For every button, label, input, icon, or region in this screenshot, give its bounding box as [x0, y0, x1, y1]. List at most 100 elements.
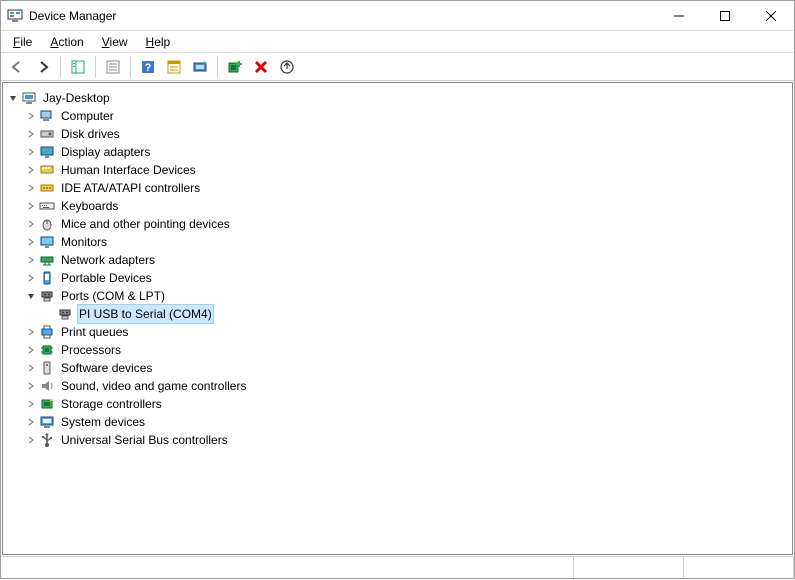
printer-icon: [39, 324, 55, 340]
tree-label: Computer: [59, 106, 116, 126]
toolbar-back-button[interactable]: [5, 55, 29, 79]
menu-help[interactable]: Help: [138, 33, 179, 51]
minimize-button[interactable]: [656, 1, 702, 31]
usb-icon: [39, 432, 55, 448]
toolbar-forward-button[interactable]: [31, 55, 55, 79]
window-title: Device Manager: [29, 9, 656, 23]
tree-node-processors[interactable]: Processors: [7, 341, 788, 359]
tree-node-print-queues[interactable]: Print queues: [7, 323, 788, 341]
chevron-down-icon[interactable]: [25, 290, 37, 302]
chevron-right-icon[interactable]: [25, 110, 37, 122]
statusbar-cell: [574, 557, 684, 580]
toolbar-update-button[interactable]: [275, 55, 299, 79]
app-icon: [7, 8, 23, 24]
statusbar-cell: [684, 557, 794, 580]
tree-label: Monitors: [59, 232, 109, 252]
tree-node-storage[interactable]: Storage controllers: [7, 395, 788, 413]
software-icon: [39, 360, 55, 376]
chevron-right-icon[interactable]: [25, 398, 37, 410]
tree-node-monitors[interactable]: Monitors: [7, 233, 788, 251]
menubar: File Action View Help: [1, 31, 794, 53]
chevron-right-icon[interactable]: [25, 434, 37, 446]
tree-label: Mice and other pointing devices: [59, 214, 232, 234]
toolbar-scan-button[interactable]: [188, 55, 212, 79]
svg-text:?: ?: [145, 62, 152, 74]
tree-node-sound[interactable]: Sound, video and game controllers: [7, 377, 788, 395]
chevron-right-icon[interactable]: [25, 416, 37, 428]
chevron-right-icon[interactable]: [25, 326, 37, 338]
tree-label: Human Interface Devices: [59, 160, 198, 180]
ide-icon: [39, 180, 55, 196]
tree-node-disk-drives[interactable]: Disk drives: [7, 125, 788, 143]
chevron-right-icon[interactable]: [25, 362, 37, 374]
chevron-right-icon[interactable]: [25, 128, 37, 140]
chevron-right-icon[interactable]: [25, 380, 37, 392]
toolbar-help-button[interactable]: ?: [136, 55, 160, 79]
tree-node-computer[interactable]: Computer: [7, 107, 788, 125]
tree-node-display-adapters[interactable]: Display adapters: [7, 143, 788, 161]
tree-node-network[interactable]: Network adapters: [7, 251, 788, 269]
menu-action[interactable]: Action: [42, 33, 91, 51]
disk-icon: [39, 126, 55, 142]
chevron-right-icon[interactable]: [25, 344, 37, 356]
tree-node-system[interactable]: System devices: [7, 413, 788, 431]
storage-icon: [39, 396, 55, 412]
menu-view[interactable]: View: [94, 33, 136, 51]
tree-label: Processors: [59, 340, 123, 360]
tree-node-hid[interactable]: Human Interface Devices: [7, 161, 788, 179]
tree-label: Disk drives: [59, 124, 122, 144]
toolbar-addlegacy-button[interactable]: [223, 55, 247, 79]
chevron-right-icon[interactable]: [25, 164, 37, 176]
tree-node-keyboards[interactable]: Keyboards: [7, 197, 788, 215]
toolbar-separator: [130, 56, 131, 78]
keyboard-icon: [39, 198, 55, 214]
chevron-down-icon[interactable]: [7, 92, 19, 104]
toolbar-showtree-button[interactable]: [66, 55, 90, 79]
tree-label: Sound, video and game controllers: [59, 376, 248, 396]
tree-node-portable[interactable]: Portable Devices: [7, 269, 788, 287]
chevron-right-icon[interactable]: [25, 236, 37, 248]
statusbar-cell: [1, 557, 574, 580]
toolbar-hidden-button[interactable]: [162, 55, 186, 79]
titlebar: Device Manager: [1, 1, 794, 31]
tree-label: Software devices: [59, 358, 154, 378]
tree-label: Display adapters: [59, 142, 152, 162]
chevron-right-icon[interactable]: [25, 146, 37, 158]
chevron-right-icon[interactable]: [25, 200, 37, 212]
chevron-right-icon[interactable]: [25, 254, 37, 266]
cpu-icon: [39, 342, 55, 358]
tree-node-mice[interactable]: Mice and other pointing devices: [7, 215, 788, 233]
menu-file[interactable]: File: [5, 33, 40, 51]
port-icon: [39, 288, 55, 304]
hid-icon: [39, 162, 55, 178]
close-button[interactable]: [748, 1, 794, 31]
toolbar: ?: [1, 53, 794, 81]
device-tree[interactable]: Jay-Desktop Computer Disk drives Display…: [2, 82, 793, 555]
chevron-right-icon[interactable]: [25, 182, 37, 194]
tree-label: System devices: [59, 412, 147, 432]
statusbar: [1, 556, 794, 580]
toolbar-properties-button[interactable]: [101, 55, 125, 79]
tree-label: Storage controllers: [59, 394, 164, 414]
portable-icon: [39, 270, 55, 286]
tree-node-usb[interactable]: Universal Serial Bus controllers: [7, 431, 788, 449]
sound-icon: [39, 378, 55, 394]
toolbar-separator: [60, 56, 61, 78]
toolbar-separator: [95, 56, 96, 78]
tree-node-software-devices[interactable]: Software devices: [7, 359, 788, 377]
chevron-right-icon[interactable]: [25, 218, 37, 230]
network-icon: [39, 252, 55, 268]
tree-node-ports[interactable]: Ports (COM & LPT): [7, 287, 788, 305]
tree-root-label: Jay-Desktop: [41, 88, 112, 108]
maximize-button[interactable]: [702, 1, 748, 31]
chevron-right-icon[interactable]: [25, 272, 37, 284]
toolbar-uninstall-button[interactable]: [249, 55, 273, 79]
tree-label: PI USB to Serial (COM4): [77, 304, 214, 324]
pc-icon: [39, 108, 55, 124]
tree-root[interactable]: Jay-Desktop: [7, 89, 788, 107]
tree-label: Network adapters: [59, 250, 157, 270]
port-icon: [57, 306, 73, 322]
tree-node-ports-child[interactable]: PI USB to Serial (COM4): [7, 305, 788, 323]
menu-action-label: ction: [58, 35, 83, 49]
tree-node-ide[interactable]: IDE ATA/ATAPI controllers: [7, 179, 788, 197]
